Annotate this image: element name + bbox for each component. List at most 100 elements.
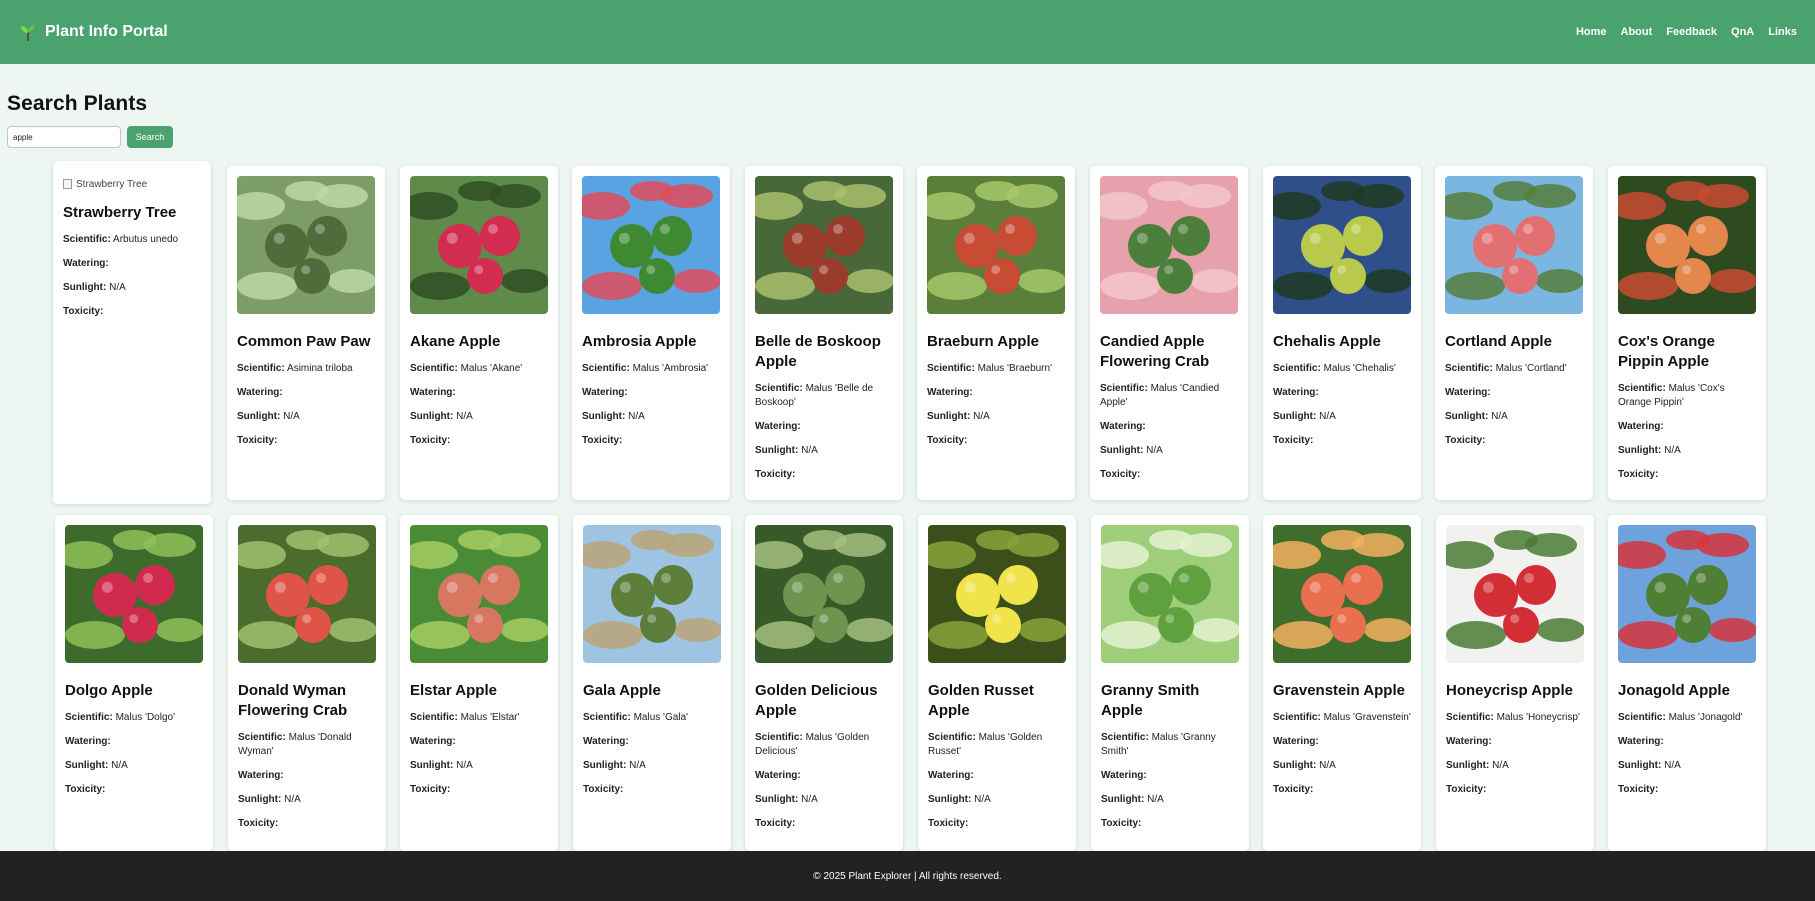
plant-card[interactable]: Cortland Apple Scientific: Malus 'Cortlan…	[1435, 166, 1593, 500]
field-watering: Watering:	[237, 386, 375, 400]
plant-card[interactable]: Common Paw Paw Scientific: Asimina trilob…	[227, 166, 385, 500]
nav-qna[interactable]: QnA	[1731, 26, 1754, 38]
search-button[interactable]: Search	[127, 126, 173, 148]
field-watering: Watering:	[238, 769, 376, 783]
plant-card[interactable]: Gravenstein Apple Scientific: Malus 'Grav…	[1263, 515, 1421, 851]
field-label: Sunlight:	[65, 760, 109, 771]
field-label: Sunlight:	[1101, 794, 1145, 805]
plant-name: Gala Apple	[583, 682, 661, 699]
nav-home[interactable]: Home	[1576, 26, 1607, 38]
plant-name: Braeburn Apple	[927, 333, 1039, 350]
field-watering: Watering:	[410, 386, 548, 400]
plant-card[interactable]: Strawberry Tree Strawberry Tree Scientific…	[53, 161, 211, 504]
field-toxicity: Toxicity:	[1618, 468, 1756, 482]
plant-card[interactable]: Granny Smith Apple Scientific: Malus 'Gra…	[1091, 515, 1249, 851]
field-value: N/A	[283, 411, 300, 422]
search-section: Search Plants Search	[7, 92, 173, 148]
plant-card[interactable]: Elstar Apple Scientific: Malus 'Elstar' Wa…	[400, 515, 558, 851]
plant-card[interactable]: Golden Russet Apple Scientific: Malus 'Go…	[918, 515, 1076, 851]
field-label: Watering:	[1618, 736, 1664, 747]
field-label: Scientific:	[63, 234, 111, 245]
field-label: Watering:	[1618, 421, 1664, 432]
field-label: Watering:	[238, 770, 284, 781]
plant-card[interactable]: Dolgo Apple Scientific: Malus 'Dolgo' Wate…	[55, 515, 213, 851]
plant-name: Dolgo Apple	[65, 682, 153, 699]
plant-photo	[1446, 525, 1584, 663]
field-label: Sunlight:	[410, 411, 454, 422]
plant-card[interactable]: Candied Apple Flowering Crab Scientific: …	[1090, 166, 1248, 500]
nav-feedback[interactable]: Feedback	[1666, 26, 1717, 38]
brand[interactable]: Plant Info Portal	[18, 22, 168, 42]
nav-about[interactable]: About	[1621, 26, 1653, 38]
plant-card[interactable]: Belle de Boskoop Apple Scientific: Malus …	[745, 166, 903, 500]
field-value: Malus 'Chehalis'	[1323, 363, 1396, 374]
field-label: Toxicity:	[1101, 818, 1142, 829]
field-label: Sunlight:	[1618, 760, 1662, 771]
field-label: Watering:	[63, 258, 109, 269]
field-sunlight: Sunlight: N/A	[583, 759, 721, 773]
plant-photo	[582, 176, 720, 314]
plant-card[interactable]: Ambrosia Apple Scientific: Malus 'Ambrosi…	[572, 166, 730, 500]
plant-card[interactable]: Braeburn Apple Scientific: Malus 'Braebur…	[917, 166, 1075, 500]
plant-card[interactable]: Chehalis Apple Scientific: Malus 'Chehali…	[1263, 166, 1421, 500]
page-title: Search Plants	[7, 92, 148, 115]
field-sunlight: Sunlight: N/A	[65, 759, 203, 773]
field-value: Malus 'Braeburn'	[977, 363, 1052, 374]
field-sunlight: Sunlight: N/A	[1618, 444, 1756, 458]
field-scientific: Scientific: Malus 'Candied Apple'	[1100, 382, 1238, 410]
plant-photo	[237, 176, 375, 314]
field-label: Scientific:	[237, 363, 285, 374]
plant-card[interactable]: Cox's Orange Pippin Apple Scientific: Mal…	[1608, 166, 1766, 500]
seedling-icon	[21, 25, 35, 41]
plant-card[interactable]: Gala Apple Scientific: Malus 'Gala' Wateri…	[573, 515, 731, 851]
field-value: N/A	[1664, 445, 1681, 456]
field-scientific: Scientific: Malus 'Cortland'	[1445, 362, 1583, 376]
field-value: N/A	[1664, 760, 1681, 771]
field-label: Toxicity:	[582, 435, 623, 446]
plant-card[interactable]: Golden Delicious Apple Scientific: Malus …	[745, 515, 903, 851]
field-watering: Watering:	[1618, 735, 1756, 749]
field-label: Toxicity:	[1273, 435, 1314, 446]
field-toxicity: Toxicity:	[1446, 783, 1584, 797]
field-toxicity: Toxicity:	[755, 817, 893, 831]
plant-photo	[1273, 176, 1411, 314]
field-label: Sunlight:	[583, 760, 627, 771]
plant-card[interactable]: Donald Wyman Flowering Crab Scientific: M…	[228, 515, 386, 851]
field-label: Sunlight:	[582, 411, 626, 422]
field-toxicity: Toxicity:	[928, 817, 1066, 831]
field-label: Sunlight:	[1273, 760, 1317, 771]
field-value: N/A	[1491, 411, 1508, 422]
field-label: Toxicity:	[63, 306, 104, 317]
field-label: Sunlight:	[755, 445, 799, 456]
field-scientific: Scientific: Asimina triloba	[237, 362, 375, 376]
navbar: Plant Info Portal Home About Feedback Qn…	[0, 0, 1815, 64]
plant-name: Gravenstein Apple	[1273, 682, 1405, 699]
field-scientific: Scientific: Malus 'Akane'	[410, 362, 548, 376]
field-value: N/A	[109, 282, 126, 293]
field-watering: Watering:	[1618, 420, 1756, 434]
field-label: Sunlight:	[1446, 760, 1490, 771]
plant-name: Jonagold Apple	[1618, 682, 1730, 699]
field-scientific: Scientific: Malus 'Golden Delicious'	[755, 731, 893, 759]
field-label: Toxicity:	[238, 818, 279, 829]
plant-photo	[410, 525, 548, 663]
nav-links[interactable]: Links	[1768, 26, 1797, 38]
field-value: N/A	[456, 411, 473, 422]
field-watering: Watering:	[755, 769, 893, 783]
plant-card[interactable]: Akane Apple Scientific: Malus 'Akane' Wate…	[400, 166, 558, 500]
field-label: Sunlight:	[237, 411, 281, 422]
field-watering: Watering:	[582, 386, 720, 400]
field-scientific: Scientific: Malus 'Belle de Boskoop'	[755, 382, 893, 410]
field-sunlight: Sunlight: N/A	[238, 793, 376, 807]
broken-image-icon	[63, 179, 72, 189]
field-value: Malus 'Honeycrisp'	[1496, 712, 1580, 723]
plant-card[interactable]: Honeycrisp Apple Scientific: Malus 'Honey…	[1436, 515, 1594, 851]
field-value: N/A	[456, 760, 473, 771]
field-label: Toxicity:	[755, 469, 796, 480]
plant-card[interactable]: Jonagold Apple Scientific: Malus 'Jonagol…	[1608, 515, 1766, 851]
field-value: N/A	[629, 760, 646, 771]
search-input[interactable]	[7, 126, 121, 148]
plant-name: Belle de Boskoop Apple	[755, 333, 881, 370]
field-sunlight: Sunlight: N/A	[410, 759, 548, 773]
brand-name: Plant Info Portal	[45, 23, 168, 40]
